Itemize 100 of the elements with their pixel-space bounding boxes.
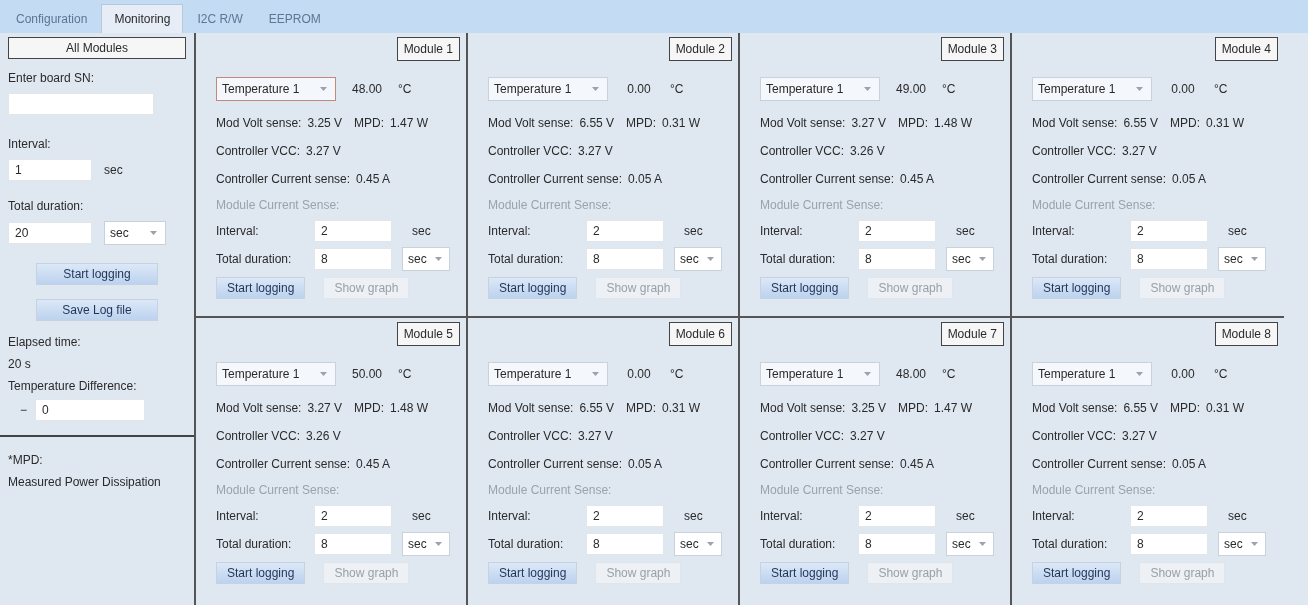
sensor-dropdown[interactable]: Temperature 1	[488, 362, 608, 386]
field-label: Controller Current sense:	[488, 457, 623, 471]
input-field[interactable]: 0	[35, 399, 145, 421]
start-logging-button[interactable]: Start logging	[488, 277, 578, 299]
section-label: Module Current Sense:	[216, 483, 340, 497]
tab[interactable]: Monitoring	[101, 4, 184, 33]
voltage-value: 3.27 V	[307, 401, 343, 415]
current-value: 0.05 A	[628, 172, 663, 186]
unit-dropdown[interactable]: sec	[946, 247, 994, 271]
field-label: MPD:	[898, 401, 929, 415]
section-label: Module Current Sense:	[760, 198, 884, 212]
power-value: 0.31 W	[1206, 116, 1245, 130]
input-field[interactable]: 2	[1130, 505, 1208, 527]
caret-icon	[706, 542, 714, 546]
unit-dropdown[interactable]: sec	[402, 247, 450, 271]
caret-icon	[978, 257, 986, 261]
input-field[interactable]: 2	[586, 505, 664, 527]
start-logging-button[interactable]: Start logging	[216, 277, 306, 299]
unit-label: sec	[684, 224, 703, 238]
field-label: Controller VCC:	[760, 144, 845, 158]
field-label: Interval:	[216, 224, 260, 238]
sensor-dropdown[interactable]: Temperature 1	[488, 77, 608, 101]
input-field[interactable]: 8	[586, 533, 664, 555]
start-logging-button[interactable]: Start logging	[1032, 562, 1122, 584]
caret-icon	[978, 542, 986, 546]
field-label: Total duration:	[488, 252, 565, 266]
unit-dropdown[interactable]: sec	[674, 247, 722, 271]
unit-label: sec	[412, 509, 431, 523]
input-field[interactable]: 2	[858, 220, 936, 242]
input-field[interactable]: 1	[8, 159, 92, 181]
input-field[interactable]: 8	[858, 248, 936, 270]
sensor-dropdown[interactable]: Temperature 1	[760, 77, 880, 101]
input-field[interactable]: 8	[314, 248, 392, 270]
temperature-value: 0.00	[1170, 82, 1196, 96]
module-title: Module 2	[668, 37, 732, 61]
input-field[interactable]: 2	[858, 505, 936, 527]
sensor-dropdown[interactable]: Temperature 1	[1032, 362, 1152, 386]
start-logging-button[interactable]: Start logging	[760, 562, 850, 584]
voltage-value: 3.27 V	[1122, 144, 1157, 158]
caret-icon	[864, 87, 871, 91]
start-logging-button[interactable]: Start logging	[216, 562, 306, 584]
minus-sign: −	[20, 403, 27, 417]
field-label: Total duration:	[1032, 252, 1109, 266]
field-label: Controller VCC:	[216, 429, 301, 443]
current-value: 0.05 A	[1172, 457, 1207, 471]
unit-dropdown[interactable]: sec	[1218, 247, 1266, 271]
sensor-dropdown[interactable]: Temperature 1	[216, 362, 336, 386]
field-label: Enter board SN:	[8, 70, 96, 87]
sensor-dropdown[interactable]: Temperature 1	[760, 362, 880, 386]
voltage-value: 6.55 V	[1123, 401, 1159, 415]
current-value: 0.45 A	[900, 457, 935, 471]
unit-dropdown[interactable]: sec	[946, 532, 994, 556]
input-field[interactable]: 2	[314, 505, 392, 527]
sensor-dropdown[interactable]: Temperature 1	[1032, 77, 1152, 101]
field-label: Mod Volt sense:	[1032, 401, 1118, 415]
temperature-value: 0.00	[1170, 367, 1196, 381]
field-label: Controller Current sense:	[760, 457, 895, 471]
voltage-value: 6.55 V	[579, 116, 615, 130]
unit-label: °C	[670, 367, 684, 381]
input-field[interactable]: 8	[858, 533, 936, 555]
start-logging-button[interactable]: Start logging	[760, 277, 850, 299]
input-field[interactable]: 20	[8, 222, 92, 244]
input-field[interactable]: 2	[314, 220, 392, 242]
input-field[interactable]: 8	[1130, 248, 1208, 270]
field-label: Interval:	[1032, 509, 1076, 523]
unit-dropdown[interactable]: sec	[104, 221, 166, 245]
input-field[interactable]: 8	[314, 533, 392, 555]
start-logging-button[interactable]: Start logging	[488, 562, 578, 584]
input-field[interactable]: 8	[586, 248, 664, 270]
voltage-value: 3.26 V	[306, 429, 341, 443]
unit-dropdown[interactable]: sec	[402, 532, 450, 556]
field-label: Mod Volt sense:	[760, 116, 846, 130]
field-label: Mod Volt sense:	[216, 116, 302, 130]
temperature-value: 0.00	[626, 82, 652, 96]
save-log-button[interactable]: Save Log file	[36, 299, 158, 321]
field-label: Interval:	[216, 509, 260, 523]
unit-dropdown[interactable]: sec	[1218, 532, 1266, 556]
input-field[interactable]: 2	[1130, 220, 1208, 242]
voltage-value: 3.27 V	[1122, 429, 1157, 443]
unit-label: °C	[670, 82, 684, 96]
voltage-value: 6.55 V	[579, 401, 615, 415]
temperature-value: 0.00	[626, 367, 652, 381]
power-value: 0.31 W	[1206, 401, 1245, 415]
field-label: Controller Current sense:	[1032, 172, 1167, 186]
footnote-title: *MPD:	[8, 452, 44, 469]
field-label: MPD:	[354, 116, 385, 130]
field-label: Controller VCC:	[488, 144, 573, 158]
unit-dropdown[interactable]: sec	[674, 532, 722, 556]
unit-label: sec	[1228, 224, 1247, 238]
input-field[interactable]	[8, 93, 154, 115]
current-value: 0.05 A	[1172, 172, 1207, 186]
sensor-dropdown[interactable]: Temperature 1	[216, 77, 336, 101]
current-value: 0.45 A	[900, 172, 935, 186]
input-field[interactable]: 2	[586, 220, 664, 242]
voltage-value: 3.25 V	[307, 116, 343, 130]
power-value: 1.47 W	[934, 401, 973, 415]
start-logging-button[interactable]: Start logging	[36, 263, 158, 285]
voltage-value: 3.25 V	[851, 401, 887, 415]
input-field[interactable]: 8	[1130, 533, 1208, 555]
start-logging-button[interactable]: Start logging	[1032, 277, 1122, 299]
